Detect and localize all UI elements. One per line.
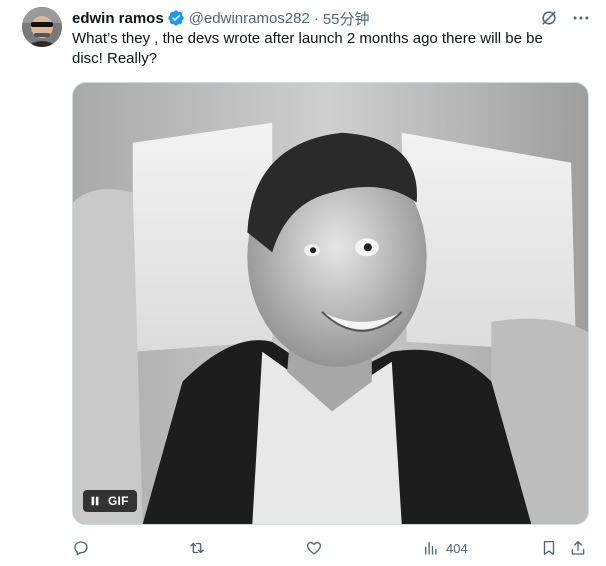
tweet-media-gif[interactable]: GIF: [72, 82, 589, 525]
separator-dot: ·: [313, 9, 319, 27]
tweet-timestamp[interactable]: 55分钟: [323, 8, 370, 29]
tweet-header: edwin ramos @edwinramos282 · 55分钟: [72, 8, 370, 28]
grok-icon[interactable]: [538, 7, 560, 29]
tweet[interactable]: edwin ramos @edwinramos282 · 55分钟 What’s…: [0, 0, 606, 566]
bookmark-icon: [543, 540, 555, 556]
retweet-button[interactable]: [188, 537, 206, 559]
heart-icon: [306, 541, 322, 555]
reply-icon: [74, 541, 88, 556]
tweet-text: What’s they , the devs wrote after launc…: [72, 30, 543, 67]
more-icon[interactable]: [570, 7, 592, 29]
views-icon: [425, 542, 437, 555]
top-actions: [538, 7, 592, 29]
share-icon: [571, 540, 585, 555]
views-button[interactable]: 404: [422, 537, 468, 559]
bookmark-button[interactable]: [540, 537, 558, 559]
gif-controls: GIF: [83, 490, 137, 512]
verified-badge-icon[interactable]: [167, 9, 185, 27]
author-handle[interactable]: @edwinramos282: [189, 10, 310, 27]
avatar[interactable]: [22, 7, 62, 47]
avatar-photo: [22, 7, 62, 47]
tweet-action-bar: 404: [72, 537, 592, 559]
retweet-icon: [190, 542, 204, 554]
views-count: 404: [446, 540, 468, 556]
pause-icon[interactable]: [88, 494, 102, 508]
reply-button[interactable]: [72, 537, 90, 559]
gif-badge: GIF: [108, 494, 129, 508]
share-button[interactable]: [569, 537, 587, 559]
author-display-name[interactable]: edwin ramos: [72, 10, 164, 27]
like-button[interactable]: [305, 537, 323, 559]
gif-image: [73, 83, 588, 524]
